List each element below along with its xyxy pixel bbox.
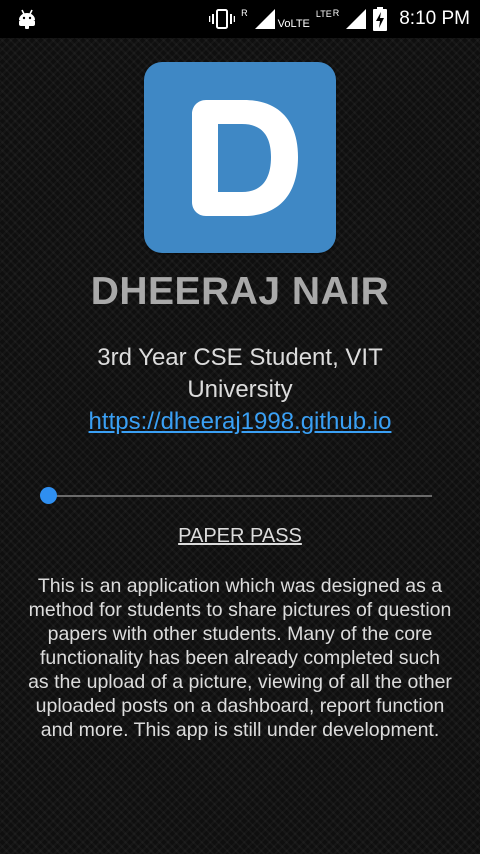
android-notification-icon bbox=[19, 9, 35, 29]
roaming-indicator: R bbox=[241, 7, 248, 18]
profile-link[interactable]: https://dheeraj1998.github.io bbox=[0, 406, 480, 438]
status-time: 8:10 PM bbox=[399, 8, 470, 29]
project-title[interactable]: PAPER PASS bbox=[0, 525, 480, 548]
d-logo-icon bbox=[192, 100, 298, 216]
signal-icon bbox=[254, 9, 275, 29]
slider-track[interactable] bbox=[48, 495, 432, 497]
roaming-indicator-2: R bbox=[332, 7, 340, 18]
app-logo bbox=[144, 62, 336, 253]
status-bar: R VoLTE LTE R 8:10 PM bbox=[0, 0, 480, 38]
project-slider[interactable] bbox=[40, 484, 432, 508]
battery-charging-icon bbox=[373, 7, 388, 31]
project-description: This is an application which was designe… bbox=[28, 575, 452, 741]
signal-icon bbox=[346, 9, 367, 29]
profile-subtitle: 3rd Year CSE Student, VIT University bbox=[97, 344, 383, 403]
volte-label: VoLTE bbox=[277, 18, 310, 30]
slider-thumb[interactable] bbox=[40, 487, 57, 504]
lte-label: LTE bbox=[315, 9, 332, 19]
vibrate-icon bbox=[209, 9, 236, 29]
profile-name: DHEERAJ NAIR bbox=[90, 270, 390, 313]
status-icons: R VoLTE LTE R 8:10 PM bbox=[209, 0, 470, 38]
